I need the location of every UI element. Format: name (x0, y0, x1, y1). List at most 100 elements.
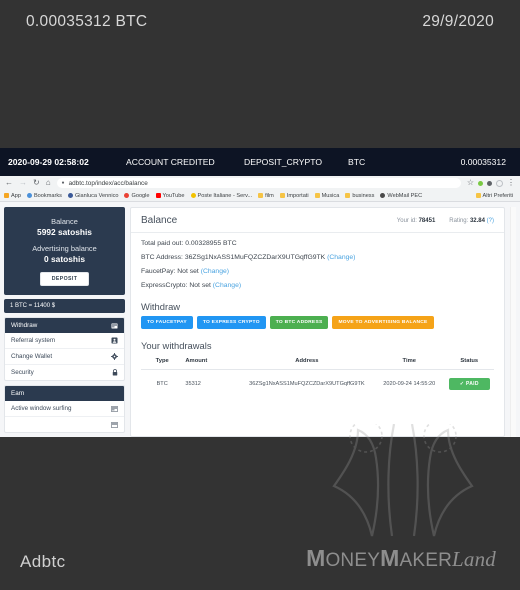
bookmark-favicon (26, 193, 32, 198)
faucetpay-change-link[interactable]: (Change) (201, 268, 229, 275)
card-icon (111, 322, 118, 329)
btc-address-change-link[interactable]: (Change) (327, 254, 355, 261)
bookmark-item[interactable]: Poste Italiane - Serv... (190, 193, 252, 199)
sidebar-item-label: Referral system (11, 337, 56, 344)
reload-icon[interactable]: ↻ (33, 179, 40, 187)
bookmark-label: Google (131, 192, 150, 199)
to-faucetpay-button[interactable]: TO FAUCETPAY (141, 316, 193, 329)
check-icon: ✓ (459, 381, 465, 387)
deposit-button[interactable]: DEPOSIT (39, 272, 90, 286)
bookmark-label: film (265, 192, 274, 199)
expresscrypto-line: ExpressCrypto: Not set (Change) (141, 282, 494, 289)
bookmark-label: YouTube (162, 192, 185, 199)
bookmark-item[interactable]: business (345, 193, 374, 199)
sidebar-menu-earn: Earn Active window surfing (4, 385, 125, 433)
watermark-oney: ONEY (325, 550, 381, 571)
transaction-amount: 0.00035312 (460, 157, 506, 167)
bookmark-item[interactable]: WebMail PEC (380, 193, 422, 199)
back-icon[interactable]: ← (5, 179, 13, 187)
moneymakerland-watermark-graphic (332, 424, 474, 537)
sidebar-menu-primary: Withdraw Referral system Change Wallet S… (4, 317, 125, 381)
withdrawals-section-title: Your withdrawals (141, 340, 212, 351)
rating-label: Rating: (449, 217, 469, 224)
other-bookmarks-item[interactable]: Altri Preferiti (475, 192, 513, 199)
page-scrollbar[interactable] (510, 207, 516, 437)
bookmark-item[interactable]: film (258, 193, 274, 199)
outer-header-date: 29/9/2020 (422, 13, 494, 30)
bookmark-label: Bookmarks (33, 192, 62, 199)
faucetpay-text: FaucetPay: Not set (141, 268, 199, 275)
bookmark-favicon (67, 193, 73, 198)
sidebar-item-referral-system[interactable]: Referral system (5, 333, 124, 349)
bookmark-label: business (352, 192, 375, 199)
watermark-money-cap: M (306, 545, 326, 571)
to-btc-address-button[interactable]: TO BTC ADDRESS (269, 316, 329, 329)
rating-value: 32.84 (469, 217, 485, 224)
lock-icon (111, 369, 118, 376)
total-paid-out-text: Total paid out: 0.00328955 BTC (141, 240, 237, 247)
bookmark-item[interactable]: App (4, 193, 21, 199)
bookmark-item[interactable]: YouTube (155, 192, 185, 199)
bookmark-favicon (190, 193, 196, 198)
bookmark-label: Importati (286, 192, 309, 199)
window-icon (111, 421, 118, 428)
bookmark-star-icon[interactable]: ☆ (467, 179, 474, 187)
transaction-datetime: 2020-09-29 02:58:02 (8, 157, 89, 167)
sidebar-item-label: Withdraw (11, 322, 38, 329)
bookmark-favicon (380, 193, 386, 198)
page-body: Balance 5992 satoshis Advertising balanc… (0, 202, 520, 437)
cell-type: BTC (156, 381, 168, 387)
extension-icon-green[interactable] (478, 180, 483, 186)
other-bookmarks-label: Altri Preferiti (482, 192, 513, 199)
faucetpay-line: FaucetPay: Not set (Change) (141, 268, 494, 275)
advertising-balance-value: 0 satoshis (44, 254, 85, 264)
expresscrypto-text: ExpressCrypto: Not set (141, 282, 211, 289)
user-id-value: 78451 (418, 217, 436, 224)
screenshot-root: 0.00035312 BTC 29/9/2020 2020-09-29 02:5… (0, 0, 520, 590)
sidebar-item-security[interactable]: Security (5, 365, 124, 380)
sidebar: Balance 5992 satoshis Advertising balanc… (4, 207, 125, 437)
sidebar-item-active-window-surfing[interactable]: Active window surfing (5, 401, 124, 417)
bookmark-folder-icon (345, 193, 351, 198)
balance-label: Balance (51, 217, 78, 226)
bookmark-item[interactable]: Bookmarks (26, 192, 62, 199)
sidebar-item-label: Security (11, 369, 34, 376)
forward-icon[interactable]: → (19, 179, 27, 187)
extensions-puzzle-icon[interactable] (487, 180, 492, 186)
bookmark-item[interactable]: Importati (279, 192, 309, 199)
main-content: Balance Your id: 78451 Rating: 32.84 (?)… (130, 207, 505, 437)
bookmark-folder-icon (279, 193, 285, 198)
page-title: Balance (141, 215, 178, 226)
bookmark-label: Musica (321, 192, 340, 199)
address-bar[interactable]: ● adbtc.top/index/acc/balance (56, 178, 461, 188)
home-icon[interactable]: ⌂ (46, 179, 51, 187)
bookmark-favicon (155, 193, 161, 198)
sidebar-item-change-wallet[interactable]: Change Wallet (5, 349, 124, 365)
bookmark-label: WebMail PEC (387, 192, 423, 199)
bookmark-item[interactable]: Google (124, 192, 150, 199)
chrome-menu-icon[interactable]: ⋮ (507, 179, 515, 187)
transaction-event: ACCOUNT CREDITED (126, 157, 215, 167)
move-to-advertising-balance-button[interactable]: MOVE TO ADVERTISING BALANCE (332, 316, 434, 329)
user-id-label: Your id: (396, 217, 417, 224)
cell-amount: 35312 (185, 381, 201, 387)
advertising-balance-label: Advertising balance (32, 244, 97, 253)
window-icon (111, 405, 118, 412)
withdrawals-table: Type Amount Address Time Status BTC 3531… (131, 355, 504, 398)
bookmark-item[interactable]: Gianluca Vennico (67, 192, 119, 199)
bookmark-folder-icon (475, 193, 481, 198)
sidebar-item-cut-off[interactable] (5, 417, 124, 432)
bookmark-item[interactable]: Musica (314, 192, 340, 199)
column-header-amount: Amount (183, 355, 240, 370)
avatar[interactable] (496, 179, 503, 187)
expresscrypto-change-link[interactable]: (Change) (213, 282, 241, 289)
column-header-time: Time (373, 355, 445, 370)
table-header-row: Type Amount Address Time Status (141, 355, 494, 370)
transaction-bar: 2020-09-29 02:58:02 ACCOUNT CREDITED DEP… (0, 148, 520, 176)
user-id: Your id: 78451 (397, 218, 436, 224)
to-express-crypto-button[interactable]: TO EXPRESS CRYPTO (196, 316, 266, 329)
content-header: Balance Your id: 78451 Rating: 32.84 (?) (131, 208, 504, 233)
bookmark-label: Gianluca Vennico (74, 192, 119, 199)
rating-help-icon[interactable]: (?) (487, 218, 494, 224)
sidebar-item-withdraw[interactable]: Withdraw (5, 318, 124, 333)
